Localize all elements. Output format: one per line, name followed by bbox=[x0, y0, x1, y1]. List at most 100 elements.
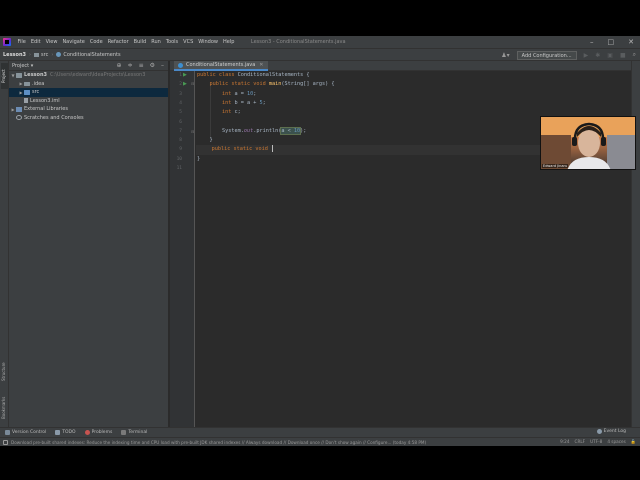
lock-icon[interactable]: 🔓 bbox=[631, 439, 636, 445]
run-class-icon[interactable]: ▶ bbox=[183, 72, 187, 78]
tree-item-src[interactable]: ▶ src bbox=[9, 88, 168, 97]
event-log-label: Event Log bbox=[603, 429, 626, 434]
breadcrumb-class[interactable]: ConditionalStatements bbox=[56, 52, 121, 58]
line-number: 9 bbox=[179, 147, 182, 153]
menu-build[interactable]: Build bbox=[131, 39, 149, 45]
fold-icon[interactable]: ⊟ bbox=[191, 129, 194, 134]
panel-toolbar: ⊕ ≑ ≡ ⚙ – bbox=[117, 62, 164, 69]
project-panel-header: Project ▾ ⊕ ≑ ≡ ⚙ – bbox=[9, 61, 168, 71]
tree-item-iml[interactable]: Lesson3.iml bbox=[9, 97, 168, 106]
collapse-all-icon[interactable]: ≑ bbox=[128, 62, 133, 69]
navbar-actions: ♟▾ Add Configuration... ▶ ✱ ▣ ■ ⌕ bbox=[501, 50, 636, 60]
class-icon bbox=[178, 62, 183, 68]
tree-item-idea[interactable]: ▶ .idea bbox=[9, 80, 168, 89]
intellij-logo-icon[interactable] bbox=[3, 38, 11, 46]
code-line-1: public class ConditionalStatements { bbox=[197, 72, 310, 78]
library-icon bbox=[16, 107, 22, 112]
hide-icon[interactable]: – bbox=[161, 62, 164, 69]
folder-icon bbox=[24, 81, 30, 86]
expand-all-icon[interactable]: ≡ bbox=[139, 62, 144, 69]
menu-window[interactable]: Window bbox=[196, 39, 221, 45]
folder-icon bbox=[34, 52, 40, 57]
menu-code[interactable]: Code bbox=[87, 39, 105, 45]
menu-navigate[interactable]: Navigate bbox=[60, 39, 87, 45]
event-log-button[interactable]: Event Log bbox=[596, 429, 626, 434]
file-encoding[interactable]: UTF-8 bbox=[590, 439, 602, 445]
todo-label: TODO bbox=[62, 430, 76, 435]
minimize-icon[interactable]: – bbox=[590, 38, 594, 46]
close-icon[interactable]: ✕ bbox=[628, 38, 634, 46]
ide-window: File Edit View Navigate Code Refactor Bu… bbox=[0, 36, 640, 446]
breadcrumb-project-label: Lesson3 bbox=[3, 51, 27, 58]
scratches-icon bbox=[16, 115, 22, 121]
breadcrumb-project[interactable]: Lesson3 bbox=[3, 52, 26, 58]
menu-file[interactable]: File bbox=[15, 39, 28, 45]
line-separator[interactable]: CRLF bbox=[575, 439, 586, 445]
add-configuration-button[interactable]: Add Configuration... bbox=[516, 50, 577, 60]
line-number: 1 bbox=[179, 73, 182, 78]
problems-button[interactable]: Problems bbox=[84, 430, 113, 435]
breadcrumb-src[interactable]: src bbox=[34, 52, 48, 58]
project-panel-title: Project bbox=[12, 62, 30, 69]
line-number: 7 bbox=[179, 128, 182, 134]
tree-item-scratches[interactable]: Scratches and Consoles bbox=[9, 114, 168, 123]
bookmarks-tool-tab[interactable]: Bookmarks bbox=[1, 391, 8, 425]
menu-run[interactable]: Run bbox=[149, 39, 164, 45]
user-icon[interactable]: ♟▾ bbox=[501, 52, 509, 59]
list-icon bbox=[55, 430, 61, 435]
fold-icon[interactable]: ⊟ bbox=[191, 81, 194, 86]
search-icon[interactable]: ⌕ bbox=[633, 51, 636, 59]
indent-setting[interactable]: 4 spaces bbox=[607, 439, 625, 445]
menu-vcs[interactable]: VCS bbox=[181, 39, 196, 45]
breadcrumb-src-label: src bbox=[41, 51, 49, 58]
terminal-button[interactable]: Terminal bbox=[121, 430, 147, 435]
tree-item-label: Scratches and Consoles bbox=[24, 114, 84, 121]
tree-item-path: C:\Users\edward\IdeaProjects\Lesson3 bbox=[50, 72, 146, 79]
tree-item-external-libraries[interactable]: ▶ External Libraries bbox=[9, 105, 168, 114]
navigation-bar: Lesson3 › src › ConditionalStatements ♟▾… bbox=[0, 48, 640, 61]
stop-icon[interactable]: ■ bbox=[620, 52, 626, 59]
version-control-button[interactable]: Version Control bbox=[5, 430, 46, 435]
structure-tool-tab[interactable]: Structure bbox=[1, 357, 8, 387]
menu-view[interactable]: View bbox=[43, 39, 60, 45]
debug-icon[interactable]: ✱ bbox=[595, 52, 600, 59]
line-number: 4 bbox=[179, 100, 182, 106]
menu-help[interactable]: Help bbox=[220, 39, 236, 45]
close-tab-icon[interactable]: ✕ bbox=[259, 62, 263, 68]
status-notification[interactable]: Download pre-built shared indexes: Reduc… bbox=[3, 439, 427, 445]
code-line-7: System.out.println(a < 10); bbox=[197, 126, 307, 135]
maximize-icon[interactable]: □ bbox=[608, 38, 615, 46]
project-tool-tab[interactable]: Project bbox=[1, 63, 8, 89]
line-number: 10 bbox=[176, 156, 182, 162]
tree-item-lesson3[interactable]: ▼ Lesson3 C:\Users\edward\IdeaProjects\L… bbox=[9, 71, 168, 80]
branch-icon bbox=[5, 430, 10, 435]
status-message: Download pre-built shared indexes: Reduc… bbox=[11, 439, 427, 445]
locate-icon[interactable]: ⊕ bbox=[117, 62, 122, 69]
line-number: 3 bbox=[179, 91, 182, 97]
run-main-icon[interactable]: ▶ bbox=[183, 81, 187, 87]
run-icon[interactable]: ▶ bbox=[584, 52, 589, 59]
tree-item-label: Lesson3 bbox=[24, 72, 48, 79]
menu-edit[interactable]: Edit bbox=[28, 39, 43, 45]
gear-icon[interactable]: ⚙ bbox=[150, 62, 155, 69]
module-folder-icon bbox=[16, 73, 22, 78]
menu-tools[interactable]: Tools bbox=[163, 39, 180, 45]
coverage-icon[interactable]: ▣ bbox=[607, 52, 613, 59]
project-view-dropdown[interactable]: Project ▾ bbox=[12, 63, 33, 69]
code-line-3: int a = 10; bbox=[222, 90, 257, 97]
presenter-name: Edward Jinaru bbox=[542, 164, 569, 168]
editor-tab-conditionalstatements[interactable]: ConditionalStatements.java ✕ bbox=[174, 61, 268, 71]
version-control-label: Version Control bbox=[12, 430, 47, 435]
todo-button[interactable]: TODO bbox=[55, 430, 76, 435]
editor-tab-label: ConditionalStatements.java bbox=[186, 62, 256, 68]
caret-position[interactable]: 9:24 bbox=[560, 439, 569, 445]
tree-item-label: .idea bbox=[32, 80, 45, 87]
line-number: 2 bbox=[179, 82, 182, 88]
menu-refactor[interactable]: Refactor bbox=[105, 39, 131, 45]
status-bar: Download pre-built shared indexes: Reduc… bbox=[0, 437, 640, 446]
problems-label: Problems bbox=[91, 430, 113, 435]
class-icon bbox=[56, 52, 62, 57]
line-number: 5 bbox=[179, 110, 182, 116]
